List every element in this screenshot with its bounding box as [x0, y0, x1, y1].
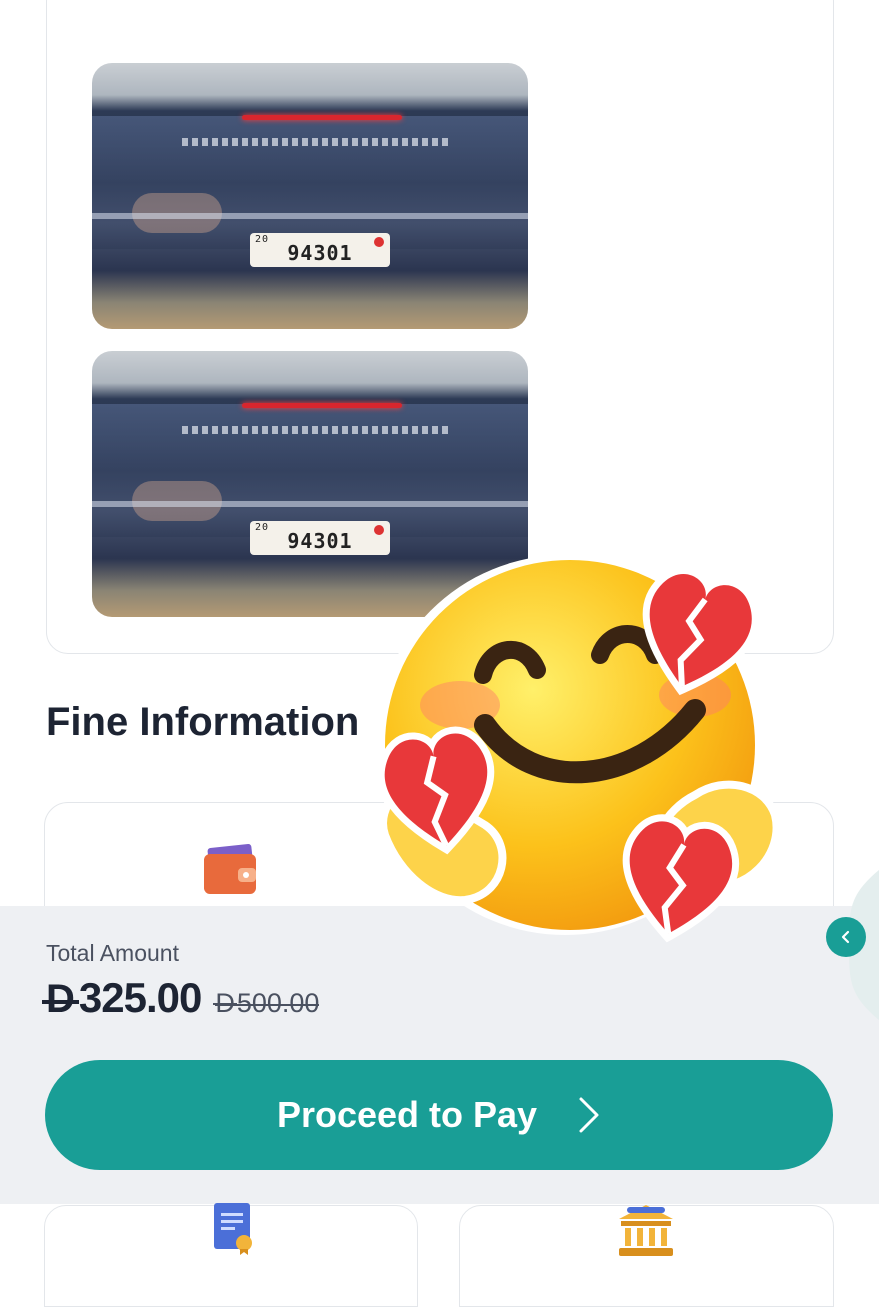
- currency-symbol: D: [42, 977, 79, 1022]
- plate-code: 20: [255, 234, 270, 245]
- evidence-photo[interactable]: 20 94301: [92, 63, 528, 329]
- plate-emblem-icon: [374, 237, 384, 247]
- proceed-to-pay-button[interactable]: Proceed to Pay: [45, 1060, 833, 1170]
- license-plate: 20 94301: [250, 233, 390, 267]
- window-sticker-text: [182, 426, 452, 434]
- total-amount: D 325.00 D500.00: [42, 974, 320, 1022]
- wallet-icon: [204, 844, 256, 894]
- certificate-icon: [214, 1203, 252, 1255]
- brake-light: [242, 403, 402, 408]
- plate-code: 20: [255, 522, 270, 533]
- chevron-right-icon: [579, 1097, 599, 1133]
- window-sticker-text: [182, 138, 452, 146]
- discounted-amount: 325.00: [78, 974, 202, 1021]
- glare-stripe: [92, 501, 528, 507]
- plate-number: 94301: [287, 529, 353, 553]
- smiling-face-with-hearts-sticker: [375, 555, 781, 943]
- plate-emblem-icon: [374, 525, 384, 535]
- chevron-left-icon: [841, 930, 850, 944]
- original-amount: D500.00: [213, 988, 320, 1019]
- glare-stripe: [92, 213, 528, 219]
- plate-number: 94301: [287, 241, 353, 265]
- total-amount-label: Total Amount: [46, 940, 179, 966]
- brake-light: [242, 115, 402, 120]
- proceed-to-pay-label: Proceed to Pay: [276, 1094, 538, 1135]
- side-drawer-toggle-button[interactable]: [826, 917, 866, 957]
- fine-information-title: Fine Information: [46, 700, 360, 744]
- bank-icon: [619, 1205, 673, 1256]
